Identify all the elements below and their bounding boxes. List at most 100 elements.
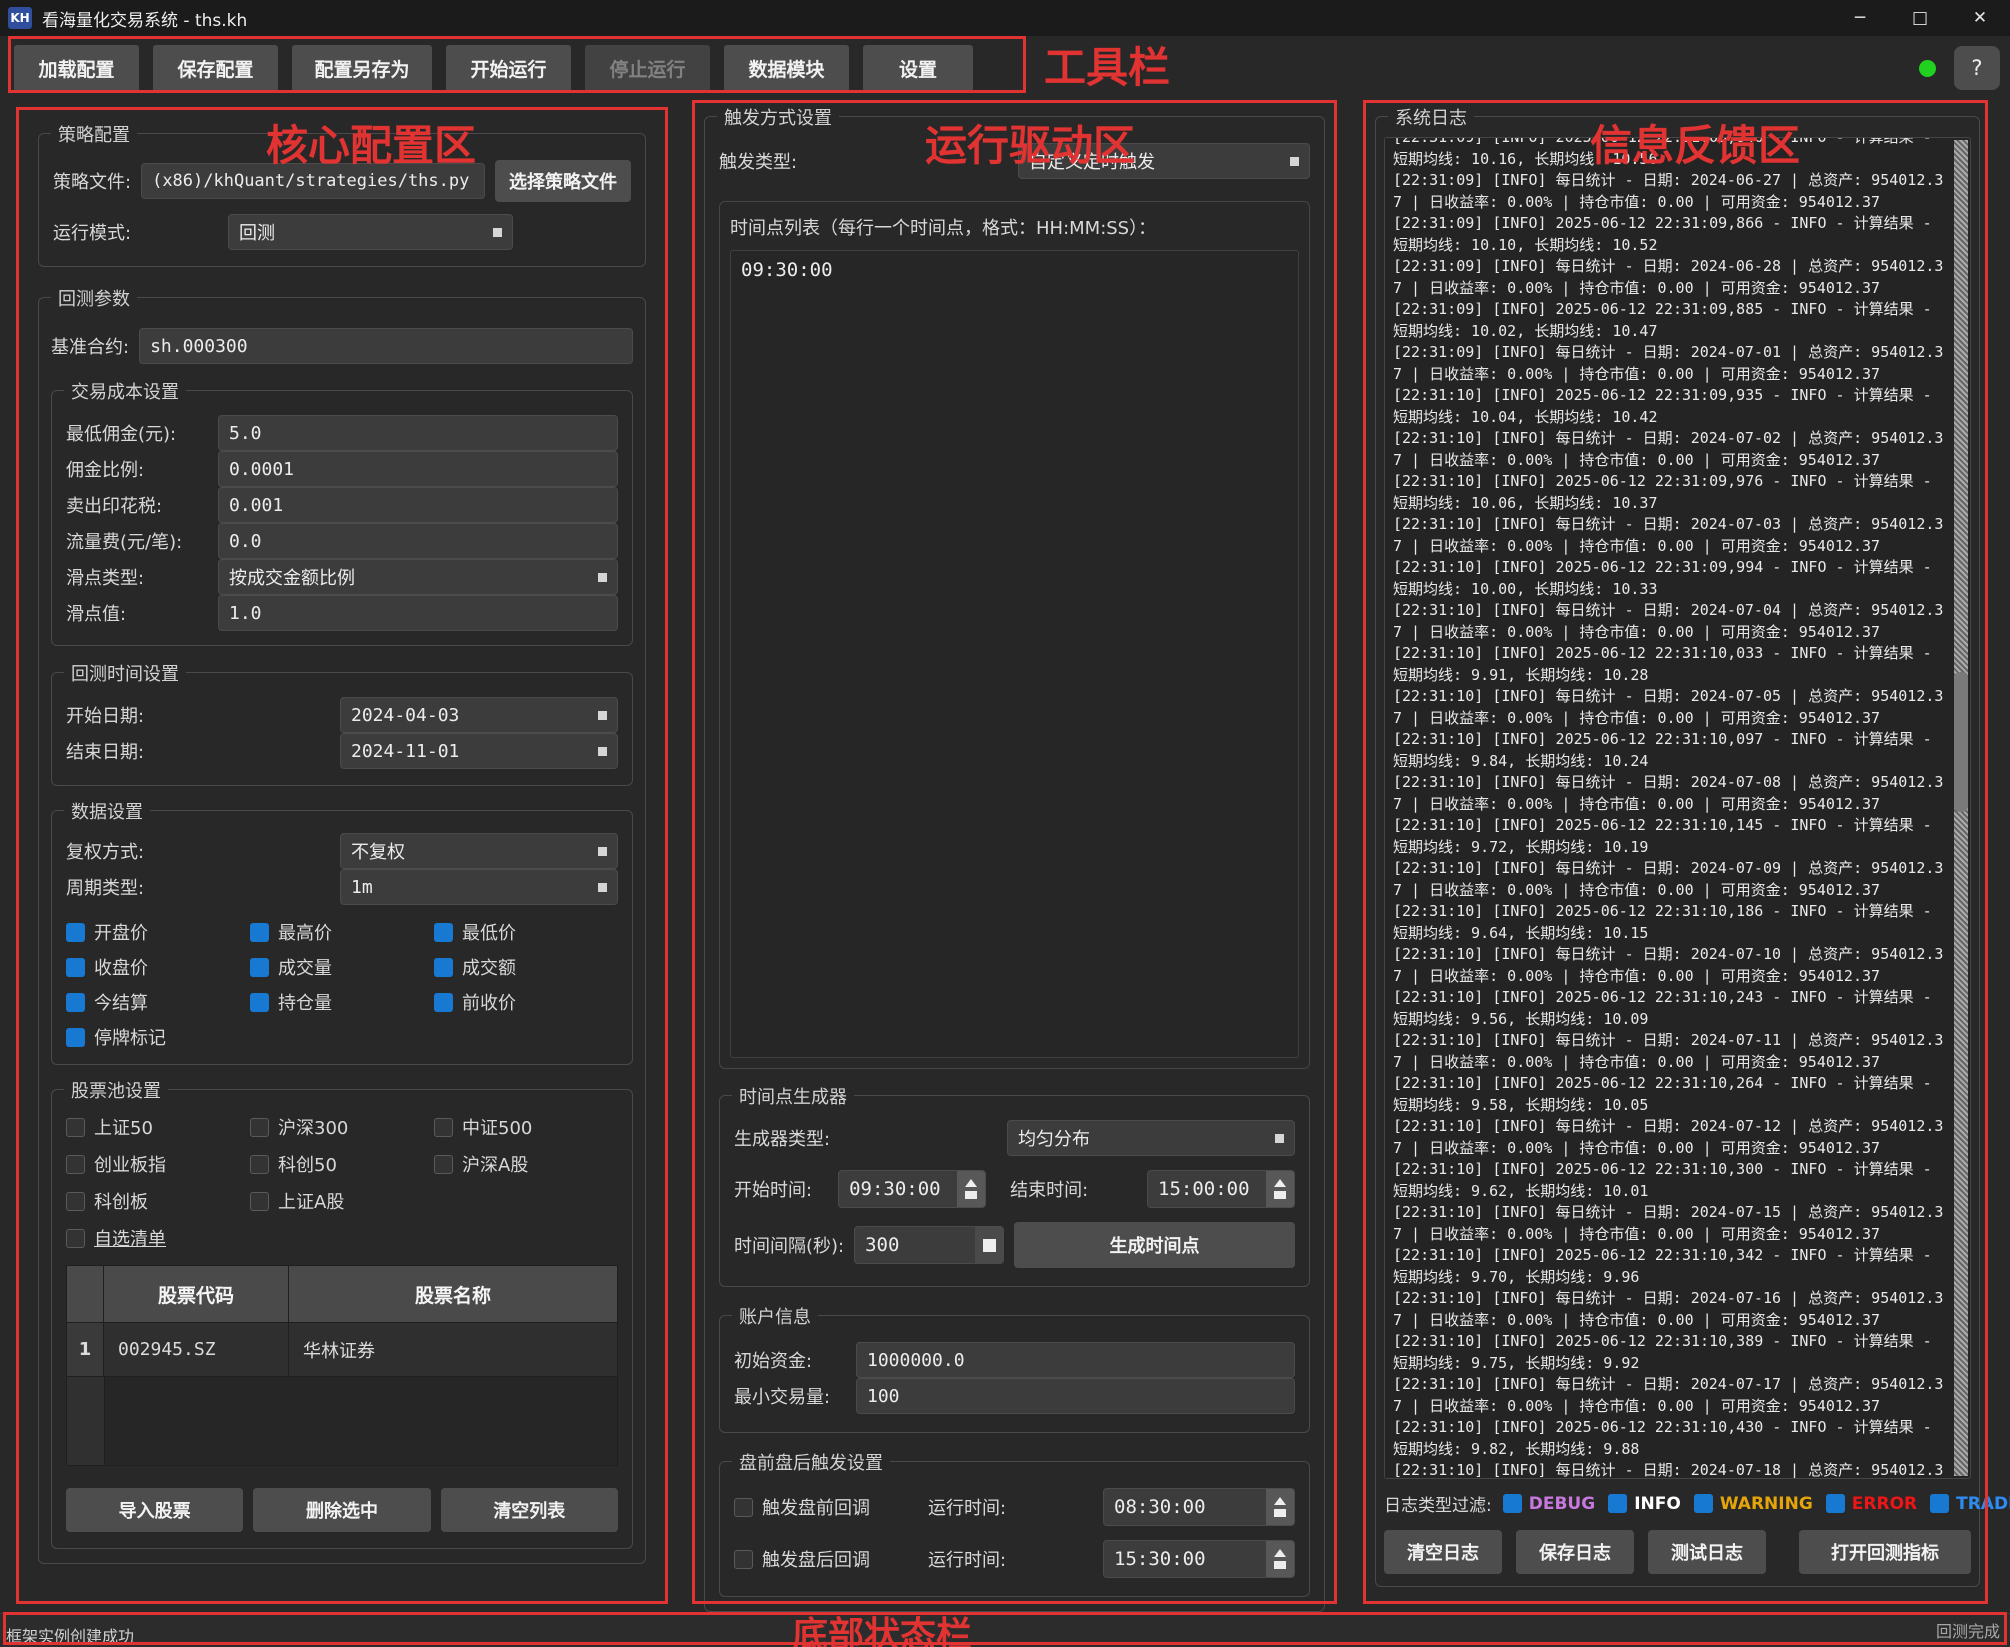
delete-selected-button[interactable]: 删除选中 — [253, 1488, 430, 1532]
spinner-arrows-icon[interactable] — [975, 1227, 1003, 1263]
min-volume-input[interactable]: 100 — [856, 1378, 1295, 1414]
generate-time-points-button[interactable]: 生成时间点 — [1014, 1222, 1295, 1268]
load-config-button[interactable]: 加载配置 — [14, 45, 139, 92]
run-mode-select[interactable]: 回测 — [228, 214, 513, 250]
spinner-arrows-icon[interactable] — [957, 1171, 985, 1207]
dropdown-square-icon — [598, 847, 607, 856]
pre-market-checkbox[interactable]: 触发盘前回调 — [734, 1494, 870, 1520]
stock-pool-group-title: 股票池设置 — [64, 1077, 168, 1103]
title-bar: KH 看海量化交易系统 - ths.kh ─ □ ✕ — [0, 0, 2010, 36]
period-type-select[interactable]: 1m — [340, 869, 618, 905]
choose-strategy-file-button[interactable]: 选择策略文件 — [495, 160, 631, 202]
field-checkbox-preclose[interactable]: 前收价 — [434, 989, 618, 1015]
log-scrollbar[interactable] — [1954, 140, 1968, 1476]
clear-list-button[interactable]: 清空列表 — [441, 1488, 618, 1532]
time-point-list-label: 时间点列表（每行一个时间点，格式：HH:MM:SS）： — [730, 214, 1299, 240]
help-button[interactable]: ? — [1954, 46, 2000, 90]
table-row[interactable]: 1 002945.SZ 华林证券 — [67, 1322, 617, 1376]
import-stocks-button[interactable]: 导入股票 — [66, 1488, 243, 1532]
pool-checkbox-sza[interactable]: 上证A股 — [250, 1188, 434, 1214]
time-generator-group: 时间点生成器 生成器类型: 均匀分布 开始时间: 09:30:00 结束时间: … — [719, 1095, 1310, 1287]
checkbox-checked-icon — [434, 958, 453, 977]
info-checkbox[interactable] — [1608, 1494, 1627, 1513]
start-run-button[interactable]: 开始运行 — [446, 45, 571, 92]
trigger-type-select[interactable]: 自定义定时触发 — [1018, 143, 1310, 179]
gen-start-time-spinner[interactable]: 09:30:00 — [838, 1170, 986, 1208]
dropdown-square-icon — [598, 711, 607, 720]
minimize-icon[interactable]: ─ — [1830, 0, 1890, 36]
field-checkbox-high[interactable]: 最高价 — [250, 919, 434, 945]
generator-type-select[interactable]: 均匀分布 — [1007, 1120, 1295, 1156]
trade-checkbox[interactable] — [1930, 1494, 1949, 1513]
error-checkbox[interactable] — [1826, 1494, 1845, 1513]
test-log-button[interactable]: 测试日志 — [1648, 1530, 1766, 1574]
slippage-value-input[interactable]: 1.0 — [218, 595, 618, 631]
field-checkbox-open[interactable]: 开盘价 — [66, 919, 250, 945]
min-commission-input[interactable]: 5.0 — [218, 415, 618, 451]
pool-checkbox-hsa[interactable]: 沪深A股 — [434, 1151, 618, 1177]
app-window: KH 看海量化交易系统 - ths.kh ─ □ ✕ 加载配置 保存配置 配置另… — [0, 0, 2010, 1647]
commission-ratio-input[interactable]: 0.0001 — [218, 451, 618, 487]
debug-checkbox[interactable] — [1503, 1494, 1522, 1513]
checkbox-unchecked-icon — [66, 1155, 85, 1174]
save-log-button[interactable]: 保存日志 — [1516, 1530, 1634, 1574]
gen-start-time-label: 开始时间: — [734, 1176, 812, 1202]
settings-button[interactable]: 设置 — [863, 45, 973, 92]
time-point-list-textarea[interactable]: 09:30:00 — [730, 250, 1299, 1058]
toolbar: 加载配置 保存配置 配置另存为 开始运行 停止运行 数据模块 设置 ? — [0, 36, 2010, 100]
pool-checkbox-zz500[interactable]: 中证500 — [434, 1114, 618, 1140]
dropdown-square-icon — [598, 573, 607, 582]
adjust-mode-select[interactable]: 不复权 — [340, 833, 618, 869]
end-date-picker[interactable]: 2024-11-01 — [340, 733, 618, 769]
interval-input[interactable]: 300 — [854, 1226, 1004, 1264]
dropdown-square-icon — [598, 747, 607, 756]
pre-run-time-spinner[interactable]: 08:30:00 — [1103, 1488, 1295, 1526]
post-run-time-label: 运行时间: — [928, 1546, 1006, 1572]
open-backtest-indicators-button[interactable]: 打开回测指标 — [1799, 1530, 1971, 1574]
warning-checkbox[interactable] — [1694, 1494, 1713, 1513]
field-checkbox-amount[interactable]: 成交额 — [434, 954, 618, 980]
pool-checkbox-cybz[interactable]: 创业板指 — [66, 1151, 250, 1177]
spinner-arrows-icon[interactable] — [1266, 1541, 1294, 1577]
strategy-file-input[interactable]: (x86)/khQuant/strategies/ths.py — [141, 163, 485, 199]
backtest-time-group-title: 回测时间设置 — [64, 660, 186, 686]
data-module-button[interactable]: 数据模块 — [724, 45, 849, 92]
field-checkbox-low[interactable]: 最低价 — [434, 919, 618, 945]
pool-checkbox-hs300[interactable]: 沪深300 — [250, 1114, 434, 1140]
pool-checkbox-custom-list[interactable]: 自选清单 — [66, 1225, 250, 1251]
field-checkbox-settle[interactable]: 今结算 — [66, 989, 250, 1015]
save-config-button[interactable]: 保存配置 — [153, 45, 278, 92]
spinner-arrows-icon[interactable] — [1266, 1171, 1294, 1207]
gen-end-time-spinner[interactable]: 15:00:00 — [1147, 1170, 1295, 1208]
error-filter-label: ERROR — [1852, 1494, 1917, 1514]
maximize-icon[interactable]: □ — [1890, 0, 1950, 36]
log-viewer[interactable]: [22:31:09] [INFO] 2025-06-12 22:31:09,84… — [1384, 137, 1971, 1479]
close-icon[interactable]: ✕ — [1950, 0, 2010, 36]
initial-capital-input[interactable]: 1000000.0 — [856, 1342, 1295, 1378]
clear-log-button[interactable]: 清空日志 — [1384, 1530, 1502, 1574]
benchmark-input[interactable]: sh.000300 — [139, 328, 633, 364]
start-date-picker[interactable]: 2024-04-03 — [340, 697, 618, 733]
log-scrollbar-thumb[interactable] — [1954, 672, 1968, 812]
initial-capital-label: 初始资金: — [734, 1347, 846, 1373]
pool-checkbox-sz50[interactable]: 上证50 — [66, 1114, 250, 1140]
pool-checkbox-kcb[interactable]: 科创板 — [66, 1188, 250, 1214]
pool-checkbox-kc50[interactable]: 科创50 — [250, 1151, 434, 1177]
status-message: 框架实例创建成功 — [6, 1623, 134, 1647]
spinner-arrows-icon[interactable] — [1266, 1489, 1294, 1525]
dropdown-square-icon — [598, 883, 607, 892]
field-checkbox-suspend[interactable]: 停牌标记 — [66, 1024, 250, 1050]
save-config-as-button[interactable]: 配置另存为 — [292, 45, 432, 92]
stamp-tax-input[interactable]: 0.001 — [218, 487, 618, 523]
period-type-label: 周期类型: — [66, 874, 144, 900]
pre-run-time-label: 运行时间: — [928, 1494, 1006, 1520]
post-run-time-spinner[interactable]: 15:30:00 — [1103, 1540, 1295, 1578]
field-checkbox-close[interactable]: 收盘价 — [66, 954, 250, 980]
flow-fee-input[interactable]: 0.0 — [218, 523, 618, 559]
checkbox-unchecked-icon — [734, 1498, 753, 1517]
field-checkbox-volume[interactable]: 成交量 — [250, 954, 434, 980]
slippage-type-select[interactable]: 按成交金额比例 — [218, 559, 618, 595]
trigger-settings-group: 触发方式设置 触发类型: 自定义定时触发 时间点列表（每行一个时间点，格式：HH… — [704, 116, 1325, 1612]
post-market-checkbox[interactable]: 触发盘后回调 — [734, 1546, 870, 1572]
field-checkbox-openint[interactable]: 持仓量 — [250, 989, 434, 1015]
